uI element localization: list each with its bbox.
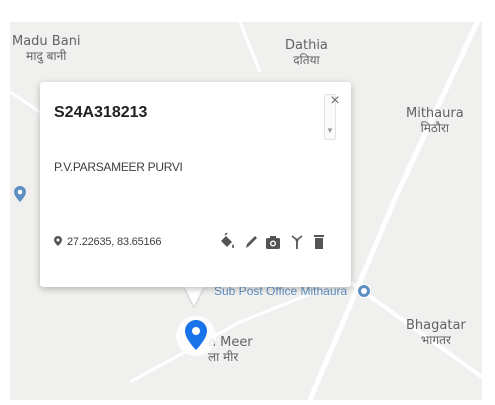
tower-icon[interactable]: [288, 232, 306, 252]
paint-bucket-icon[interactable]: [218, 232, 236, 252]
place-name-hi: दतिया: [293, 53, 320, 67]
place-name-hi: मादु बानी: [26, 49, 67, 63]
place-name-hi: भागतर: [420, 333, 451, 347]
coordinates-row: 27.22635, 83.65166: [54, 236, 161, 248]
site-id-title: S24A318213: [54, 104, 148, 121]
close-button[interactable]: ×: [328, 93, 342, 109]
place-label-dathia: Dathia दतिया: [285, 38, 328, 68]
place-name-en: Mithaura: [406, 106, 464, 121]
trash-icon[interactable]: [310, 232, 328, 252]
location-pin-icon: [54, 236, 62, 246]
pencil-icon[interactable]: [242, 232, 260, 252]
coordinates-text: 27.22635, 83.65166: [67, 236, 162, 248]
map-location-icon[interactable]: [14, 186, 26, 202]
place-label-madu-bani: Madu Bani मादु बानी: [12, 34, 81, 64]
place-label-mithaura: Mithaura मिठौरा: [406, 106, 464, 136]
place-name-en: Bhagatar: [406, 318, 466, 333]
place-name-hi: मिठौरा: [420, 121, 450, 135]
site-name: P.V.PARSAMEER PURVI: [54, 160, 183, 174]
place-name-en: Dathia: [285, 38, 328, 53]
map-marker-icon[interactable]: [185, 320, 207, 350]
post-office-icon[interactable]: [357, 284, 371, 298]
place-label-bhagatar: Bhagatar भागतर: [406, 318, 466, 348]
camera-icon[interactable]: [264, 232, 282, 252]
map-screenshot: Madu Bani मादु बानी Dathia दतिया Mithaur…: [0, 0, 495, 405]
info-window: S24A318213 ▼ × P.V.PARSAMEER PURVI 27.22…: [40, 82, 351, 287]
scroll-down-icon[interactable]: ▼: [326, 126, 334, 135]
popup-pointer: [184, 286, 204, 306]
place-name-hi: ला मीर: [208, 350, 239, 364]
place-name-en: Madu Bani: [12, 34, 81, 49]
